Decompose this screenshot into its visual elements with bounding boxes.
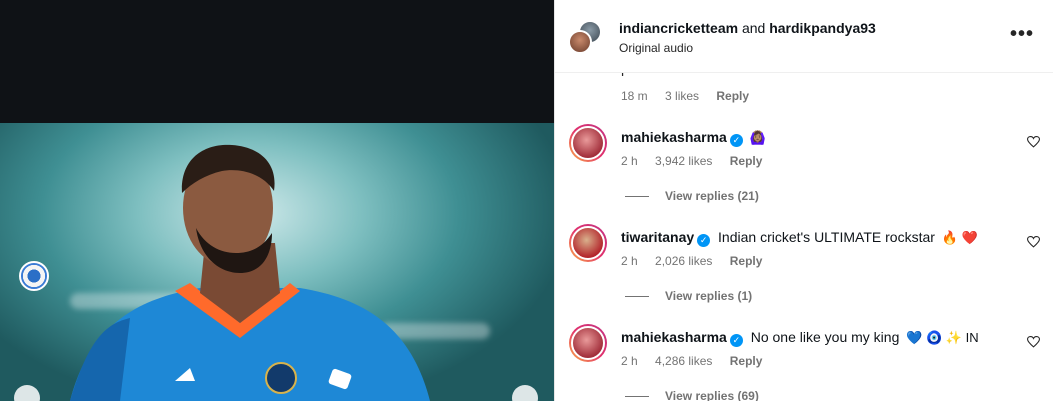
audio-label[interactable]: Original audio bbox=[619, 41, 693, 55]
divider-line bbox=[625, 196, 649, 198]
more-options-icon[interactable]: ••• bbox=[1010, 24, 1034, 44]
comment-text: Indian cricket's ULTIMATE rockstar bbox=[718, 229, 935, 245]
comment-emojis: 💙 🧿 ✨ IN bbox=[906, 330, 979, 345]
comment-time[interactable]: 2 h bbox=[621, 154, 638, 168]
heart-outline-icon[interactable] bbox=[1027, 236, 1040, 248]
comment-line: tiwaritanay ✓ Indian cricket's ULTIMATE r… bbox=[621, 229, 978, 247]
player-figure bbox=[70, 144, 430, 401]
avatar[interactable] bbox=[569, 224, 607, 262]
verified-badge-icon: ✓ bbox=[697, 234, 711, 247]
comment-line: mahiekasharma ✓ 🙆🏽‍♀️ bbox=[621, 129, 766, 147]
verified-badge-icon: ✓ bbox=[729, 134, 743, 147]
comment-time[interactable]: 2 h bbox=[621, 254, 638, 268]
verified-badge-icon: ✓ bbox=[729, 334, 743, 347]
avatar[interactable] bbox=[569, 124, 607, 162]
view-replies-button[interactable]: View replies (21) bbox=[625, 189, 759, 203]
comment-meta: 2 h 4,286 likes Reply bbox=[621, 354, 776, 368]
view-replies-label: View replies (21) bbox=[665, 189, 759, 203]
post-authors: indiancricketteam and hardikpandya93 bbox=[619, 20, 876, 36]
author-link[interactable]: hardikpandya93 bbox=[769, 20, 876, 36]
author-link[interactable]: indiancricketteam bbox=[619, 20, 738, 36]
post-photo bbox=[0, 123, 554, 401]
comment-username[interactable]: mahiekasharma bbox=[621, 129, 727, 145]
comment-emojis: 🔥 ❤️ bbox=[941, 230, 978, 245]
collab-avatars[interactable] bbox=[568, 20, 604, 56]
authors-joiner: and bbox=[741, 20, 766, 36]
heart-outline-icon[interactable] bbox=[1027, 336, 1040, 348]
comment-meta: 2 h 2,026 likes Reply bbox=[621, 254, 776, 268]
view-replies-label: View replies (69) bbox=[665, 389, 759, 401]
reply-button[interactable]: Reply bbox=[730, 154, 763, 168]
post-header: indiancricketteam and hardikpandya93 Ori… bbox=[555, 0, 1053, 73]
comments-panel: indiancricketteam and hardikpandya93 Ori… bbox=[554, 0, 1053, 401]
comment-line: mahiekasharma ✓ No one like you my king 💙… bbox=[621, 329, 979, 347]
comment-time[interactable]: 2 h bbox=[621, 354, 638, 368]
comment-meta: 18 m 3 likes Reply bbox=[621, 89, 763, 103]
divider-line bbox=[625, 396, 649, 398]
comment-likes[interactable]: 3,942 likes bbox=[655, 154, 712, 168]
comment-text: No one like you my king bbox=[750, 329, 900, 345]
divider-line bbox=[625, 296, 649, 298]
comment-emojis: 🙆🏽‍♀️ bbox=[749, 130, 766, 145]
heart-outline-icon[interactable] bbox=[1027, 136, 1040, 148]
comment-likes[interactable]: 3 likes bbox=[665, 89, 699, 103]
post-media[interactable] bbox=[0, 0, 554, 401]
view-replies-button[interactable]: View replies (69) bbox=[625, 389, 759, 401]
comment-username[interactable]: tiwaritanay bbox=[621, 229, 694, 245]
avatar[interactable] bbox=[569, 324, 607, 362]
comment-username[interactable]: mahiekasharma bbox=[621, 329, 727, 345]
view-replies-button[interactable]: View replies (1) bbox=[625, 289, 752, 303]
comment-time[interactable]: 18 m bbox=[621, 89, 648, 103]
reply-button[interactable]: Reply bbox=[730, 354, 763, 368]
comment-likes[interactable]: 2,026 likes bbox=[655, 254, 712, 268]
reply-button[interactable]: Reply bbox=[716, 89, 749, 103]
comment-likes[interactable]: 4,286 likes bbox=[655, 354, 712, 368]
view-replies-label: View replies (1) bbox=[665, 289, 753, 303]
avatar bbox=[568, 30, 592, 54]
bcci-logo bbox=[19, 261, 49, 291]
comment-meta: 2 h 3,942 likes Reply bbox=[621, 154, 776, 168]
reply-button[interactable]: Reply bbox=[730, 254, 763, 268]
media-letterbox bbox=[0, 0, 554, 123]
